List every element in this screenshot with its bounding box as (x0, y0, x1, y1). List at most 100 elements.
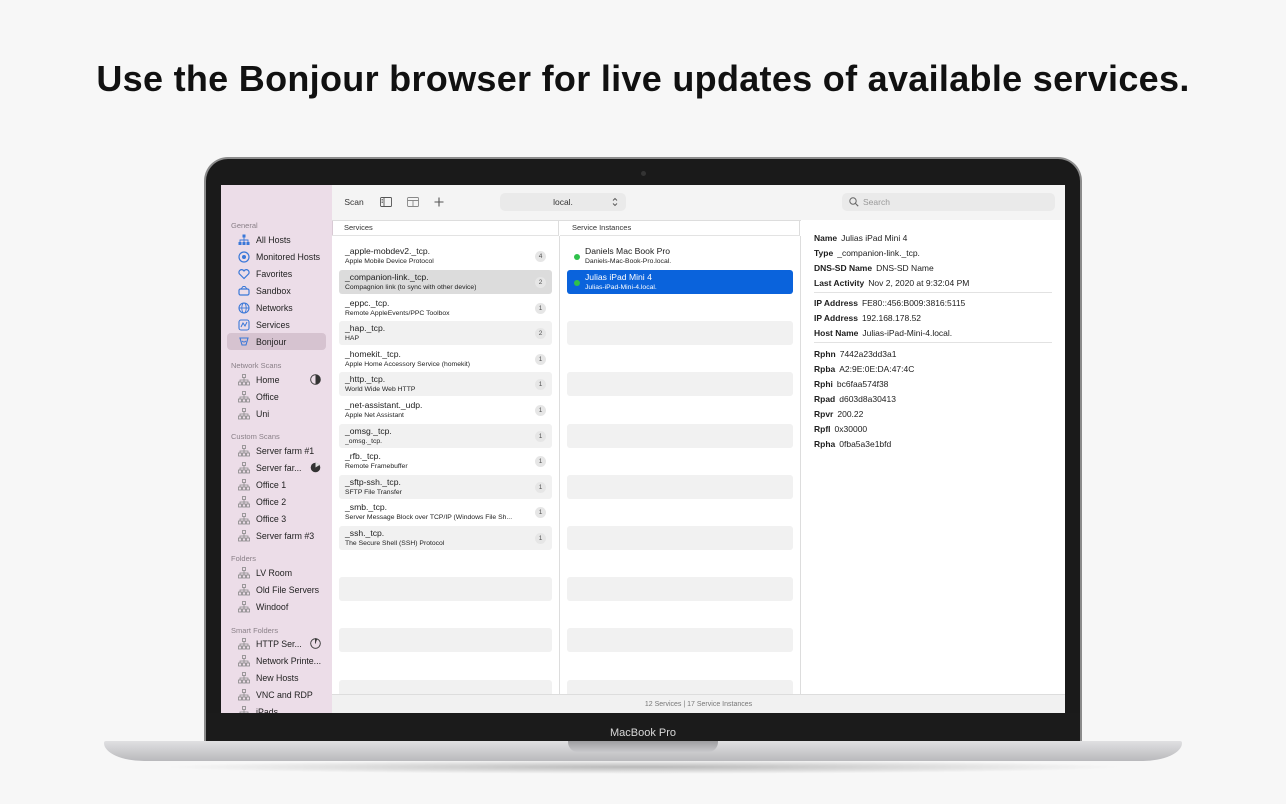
sidebar-item-label: Sandbox (256, 285, 291, 296)
txt-value: 7442a23dd3a1 (839, 349, 897, 359)
sidebar-item-vnc-and-rdp[interactable]: VNC and RDP (227, 686, 326, 703)
txt-value: A2:9E:0E:DA:47:4C (839, 364, 915, 374)
instance-host: Julias-iPad-Mini-4.local. (585, 284, 657, 291)
domain-value: local. (553, 197, 573, 207)
detail-dnssd-name: DNS-SD Name DNS-SD Name (814, 263, 934, 273)
sidebar-item-label: Services (256, 319, 290, 330)
service-row[interactable]: _smb._tcp. Server Message Block over TCP/… (339, 500, 552, 524)
service-row[interactable]: _ssh._tcp. The Secure Shell (SSH) Protoco… (339, 526, 552, 550)
service-row[interactable]: _homekit._tcp. Apple Home Accessory Servi… (339, 347, 552, 371)
sidebar-item-windoof[interactable]: Windoof (227, 598, 326, 615)
instance-row[interactable]: Daniels Mac Book Pro Daniels-Mac-Book-Pro… (567, 244, 793, 268)
network-tree-icon (238, 495, 250, 508)
sidebar-item-office-3[interactable]: Office 3 (227, 510, 326, 527)
instance-count-badge: 1 (535, 533, 546, 544)
sidebar-item-server-farm-1[interactable]: Server farm #1 (227, 442, 326, 459)
sidebar-item-label: Office (256, 391, 279, 402)
sidebar-item-label: Windoof (256, 601, 289, 612)
empty-row (567, 424, 793, 448)
detail-label: Name (814, 233, 838, 243)
column-header-services[interactable]: Services (332, 220, 559, 236)
sidebar-item-sandbox[interactable]: Sandbox (227, 282, 326, 299)
domain-selector[interactable]: local. (500, 193, 626, 211)
sidebar-item-label: Office 1 (256, 479, 287, 490)
service-row[interactable]: _eppc._tcp. Remote AppleEvents/PPC Toolbo… (339, 296, 552, 320)
sidebar-item-services[interactable]: Services (227, 316, 326, 333)
txt-record: Rpvr 200.22 (814, 409, 863, 419)
service-description: Server Message Block over TCP/IP (Window… (345, 514, 513, 521)
service-description: Compagnion link (to sync with other devi… (345, 284, 477, 291)
txt-value: d603d8a30413 (839, 394, 896, 404)
add-icon[interactable] (429, 194, 449, 210)
sidebar-item-office-2[interactable]: Office 2 (227, 493, 326, 510)
service-name: _omsg._tcp. (345, 426, 392, 436)
sidebar-item-network-printers[interactable]: Network Printe... (227, 652, 326, 669)
scan-button[interactable]: Scan (340, 194, 368, 210)
sidebar-item-favorites[interactable]: Favorites (227, 265, 326, 282)
network-tree-icon (238, 407, 250, 420)
instance-host: Daniels-Mac-Book-Pro.local. (585, 258, 672, 265)
empty-row (339, 680, 552, 694)
network-tree-icon (238, 444, 250, 457)
sidebar-item-networks[interactable]: Networks (227, 299, 326, 316)
sidebar-item-uni[interactable]: Uni (227, 405, 326, 422)
network-tree-icon (238, 461, 250, 474)
services-list: _apple-mobdev2._tcp. Apple Mobile Device … (332, 236, 560, 694)
chevron-updown-icon (612, 197, 618, 209)
sidebar-item-lv-room[interactable]: LV Room (227, 564, 326, 581)
service-row[interactable]: _sftp-ssh._tcp. SFTP File Transfer 1 (339, 475, 552, 499)
sandbox-icon (238, 285, 250, 297)
instance-row[interactable]: Julias iPad Mini 4 Julias-iPad-Mini-4.loc… (567, 270, 793, 294)
sidebar-item-bonjour[interactable]: Bonjour (227, 333, 326, 350)
sidebar-item-office-1[interactable]: Office 1 (227, 476, 326, 493)
layout-toggle-icon[interactable] (403, 194, 423, 210)
service-row[interactable]: _net-assistant._udp. Apple Net Assistant 1 (339, 398, 552, 422)
sidebar-item-label: LV Room (256, 567, 293, 578)
sidebar-item-label: Office 3 (256, 513, 287, 524)
detail-value: Nov 2, 2020 at 9:32:04 PM (868, 278, 970, 288)
detail-label: DNS-SD Name (814, 263, 873, 273)
instances-list: Daniels Mac Book Pro Daniels-Mac-Book-Pro… (560, 236, 801, 694)
sidebar-item-home[interactable]: Home (227, 371, 326, 388)
sidebar-toggle-icon[interactable] (376, 194, 396, 210)
sidebar-item-label: VNC and RDP (256, 689, 313, 700)
sidebar-item-label: All Hosts (256, 234, 291, 245)
sidebar-item-new-hosts[interactable]: New Hosts (227, 669, 326, 686)
service-row[interactable]: _omsg._tcp. _omsg._tcp. 1 (339, 424, 552, 448)
search-field[interactable]: Search (842, 193, 1055, 211)
instance-count-badge: 1 (535, 405, 546, 416)
divider (814, 342, 1052, 343)
empty-row (567, 680, 793, 694)
network-tree-icon (238, 529, 250, 542)
sidebar-item-monitored-hosts[interactable]: Monitored Hosts (227, 248, 326, 265)
sidebar-item-server-farm-2[interactable]: Server far... (227, 459, 326, 476)
sidebar-item-office[interactable]: Office (227, 388, 326, 405)
service-name: _homekit._tcp. (345, 349, 401, 359)
status-text: 12 Services | 17 Service Instances (644, 701, 753, 708)
sidebar-item-server-farm-3[interactable]: Server farm #3 (227, 527, 326, 544)
column-header-instances[interactable]: Service Instances (560, 220, 800, 236)
txt-key: Rpad (814, 394, 836, 404)
service-row[interactable]: _apple-mobdev2._tcp. Apple Mobile Device … (339, 244, 552, 268)
detail-value: DNS-SD Name (876, 263, 934, 273)
service-row[interactable]: _companion-link._tcp. Compagnion link (to… (339, 270, 552, 294)
detail-ip-address-v4: IP Address 192.168.178.52 (814, 313, 921, 323)
sidebar-item-http-servers[interactable]: HTTP Ser... (227, 635, 326, 652)
detail-label: IP Address (814, 313, 858, 323)
instance-name: Julias iPad Mini 4 (585, 272, 652, 282)
service-row[interactable]: _hap._tcp. HAP 2 (339, 321, 552, 345)
txt-record: Rpha 0fba5a3e1bfd (814, 439, 891, 449)
instance-count-badge: 2 (535, 277, 546, 288)
service-row[interactable]: _rfb._tcp. Remote Framebuffer 1 (339, 449, 552, 473)
sidebar-item-ipads[interactable]: iPads (227, 703, 326, 713)
empty-row (567, 321, 793, 345)
sidebar-item-label: Networks (256, 302, 293, 313)
sidebar-item-all-hosts[interactable]: All Hosts (227, 231, 326, 248)
detail-value: Julias iPad Mini 4 (841, 233, 908, 243)
service-row[interactable]: _http._tcp. World Wide Web HTTP 1 (339, 372, 552, 396)
service-name: _hap._tcp. (345, 323, 386, 333)
toolbar: Scan local. Search (332, 185, 1065, 221)
network-tree-icon (238, 688, 250, 701)
sidebar-item-old-file-servers[interactable]: Old File Servers (227, 581, 326, 598)
service-description: Apple Home Accessory Service (homekit) (345, 361, 471, 368)
